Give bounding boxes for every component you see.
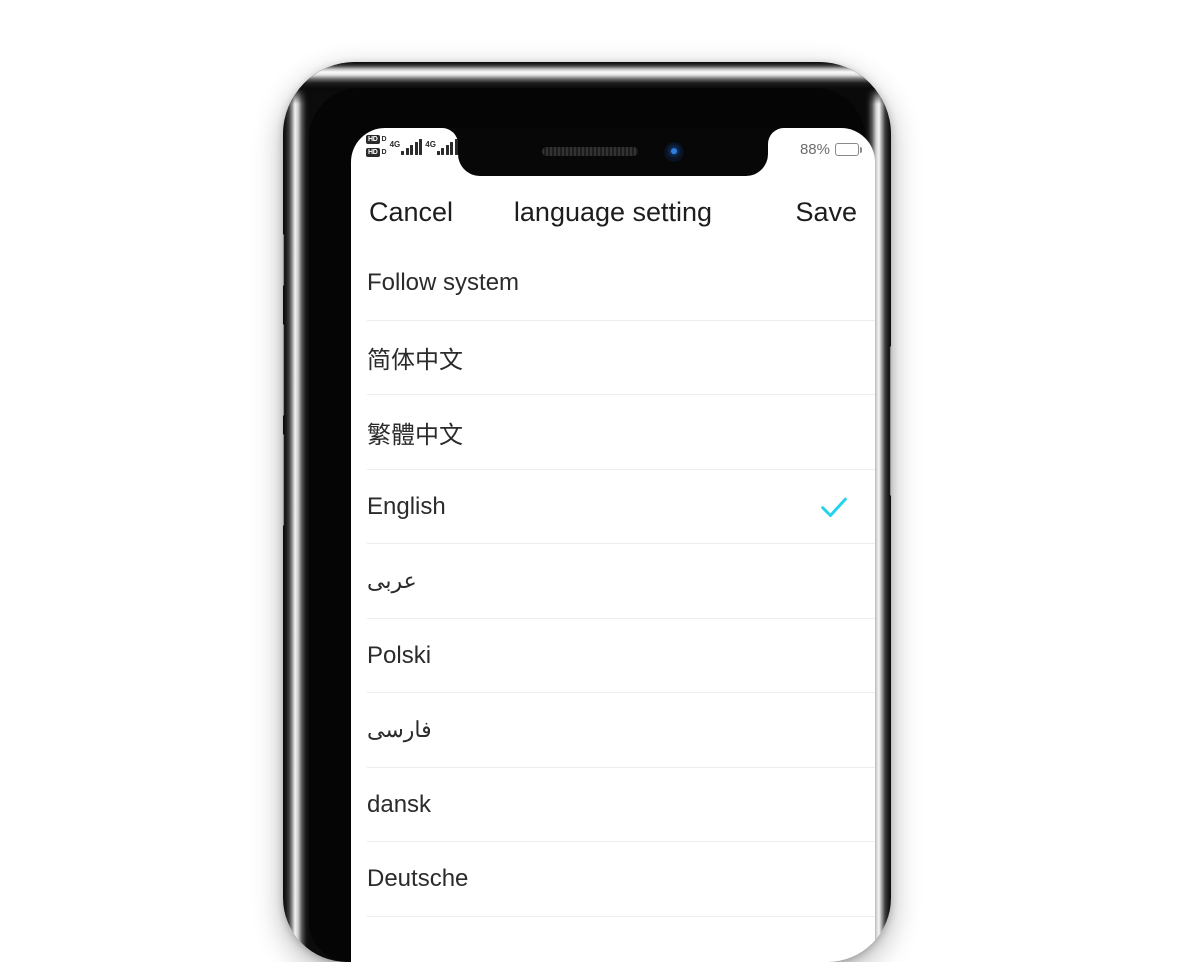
language-list-item[interactable]: Deutsche [351,842,875,917]
hd-voice-icon-sim2: HD D [366,148,387,157]
phone-device-frame: HD D HD D 4G 4G 88% Cancel language sett… [283,62,891,962]
power-button[interactable] [889,346,891,496]
navigation-bar: Cancel language setting Save [351,178,875,246]
save-button[interactable]: Save [795,197,857,228]
network-type-label: 4G [389,140,401,149]
language-item-label: dansk [367,790,432,818]
checkmark-icon [821,497,847,517]
language-list-item[interactable]: Polski [351,618,875,693]
language-item-label: فارسی [367,717,432,743]
language-list[interactable]: Follow system 简体中文繁體中文 English عربی Polski فا… [351,246,875,962]
signal-bars [436,139,458,155]
status-bar-right-group: 88% [800,141,859,158]
language-item-label: Follow system [367,269,520,297]
language-item-label: 简体中文 [367,347,463,375]
signal-bars [401,139,423,155]
cancel-button[interactable]: Cancel [369,197,453,228]
signal-strength-icon-sim2: 4G [425,133,458,155]
battery-percentage-label: 88% [799,141,830,158]
language-list-item[interactable]: English [351,469,875,544]
hd-voice-indicators: HD D HD D [366,133,387,157]
language-list-item[interactable]: فارسی [351,693,875,768]
language-list-item[interactable]: dansk [351,767,875,842]
status-bar: HD D HD D 4G 4G 88% [351,128,875,178]
language-item-label: Polski [367,641,432,669]
volume-up-button[interactable] [283,324,285,416]
network-type-label: 4G [425,140,436,149]
language-item-label: English [367,492,446,520]
hd-badge-sub: D [381,136,387,143]
language-item-label: Deutsche [367,865,469,893]
phone-bezel: HD D HD D 4G 4G 88% Cancel language sett… [309,88,875,962]
language-list-item[interactable]: 简体中文 [351,320,875,395]
language-list-item[interactable]: Follow system [351,246,875,321]
signal-strength-icon-sim1: 4G [390,133,423,155]
language-list-item[interactable]: عربی [351,544,875,619]
language-item-label: عربی [367,568,417,594]
hd-badge-label: HD [366,148,380,157]
language-item-label: 繁體中文 [367,421,463,449]
hd-badge-sub: D [381,149,387,156]
page-title: language setting [513,196,713,227]
hd-badge-label: HD [366,135,380,144]
phone-screen: HD D HD D 4G 4G 88% Cancel language sett… [351,128,875,962]
volume-down-button[interactable] [283,434,285,526]
status-bar-left-group: HD D HD D 4G 4G [366,133,458,157]
language-list-item[interactable]: 繁體中文 [351,395,875,470]
hd-voice-icon-sim1: HD D [366,135,387,144]
mute-switch[interactable] [283,234,285,286]
battery-icon [835,143,859,156]
